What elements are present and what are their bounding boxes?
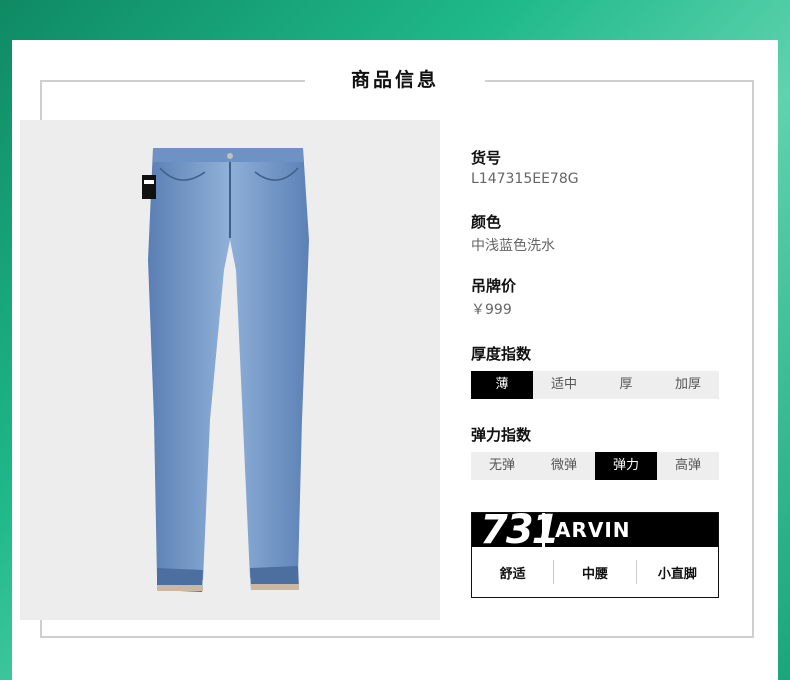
stretch-option-slight: 微弹 [550, 458, 577, 473]
sku-label: 货号 [471, 149, 502, 167]
product-image [20, 120, 440, 620]
fit-card: 731 ARVIN 舒适 中腰 小直脚 [471, 507, 719, 598]
price-value: ￥999 [471, 302, 512, 318]
product-info-sheet: 商品信息 货号 L147315EE78G 颜色 中浅蓝色洗水 吊牌价 ￥999 … [12, 40, 778, 680]
fit-tag-comfort: 舒适 [499, 566, 526, 582]
stretch-option-high: 高弹 [674, 458, 701, 473]
stretch-scale: 无弹 微弹 弹力 高弹 [471, 452, 719, 480]
thickness-scale: 薄 适中 厚 加厚 [471, 371, 719, 399]
color-label: 颜色 [471, 213, 502, 231]
fit-name: ARVIN [555, 518, 631, 542]
thickness-option-medium: 适中 [550, 377, 577, 392]
thickness-label: 厚度指数 [471, 345, 532, 363]
section-title: 商品信息 [350, 69, 439, 91]
stretch-option-none: 无弹 [488, 458, 515, 473]
sku-value: L147315EE78G [471, 171, 579, 187]
fit-tag-mid-rise: 中腰 [581, 566, 608, 582]
fit-divider [542, 513, 545, 547]
thickness-option-thick: 厚 [619, 377, 633, 392]
jeans-image [142, 148, 309, 592]
price-label: 吊牌价 [471, 277, 517, 295]
fit-tags: 舒适 中腰 小直脚 [472, 547, 718, 597]
thickness-option-thin: 薄 [471, 371, 533, 399]
stretch-option-stretch: 弹力 [595, 452, 657, 480]
stretch-label: 弹力指数 [471, 426, 532, 444]
thickness-option-extra-thick: 加厚 [674, 377, 701, 392]
fit-tag-slim-straight: 小直脚 [657, 566, 697, 582]
fit-header: 731 ARVIN [472, 507, 718, 553]
color-value: 中浅蓝色洗水 [471, 238, 555, 254]
